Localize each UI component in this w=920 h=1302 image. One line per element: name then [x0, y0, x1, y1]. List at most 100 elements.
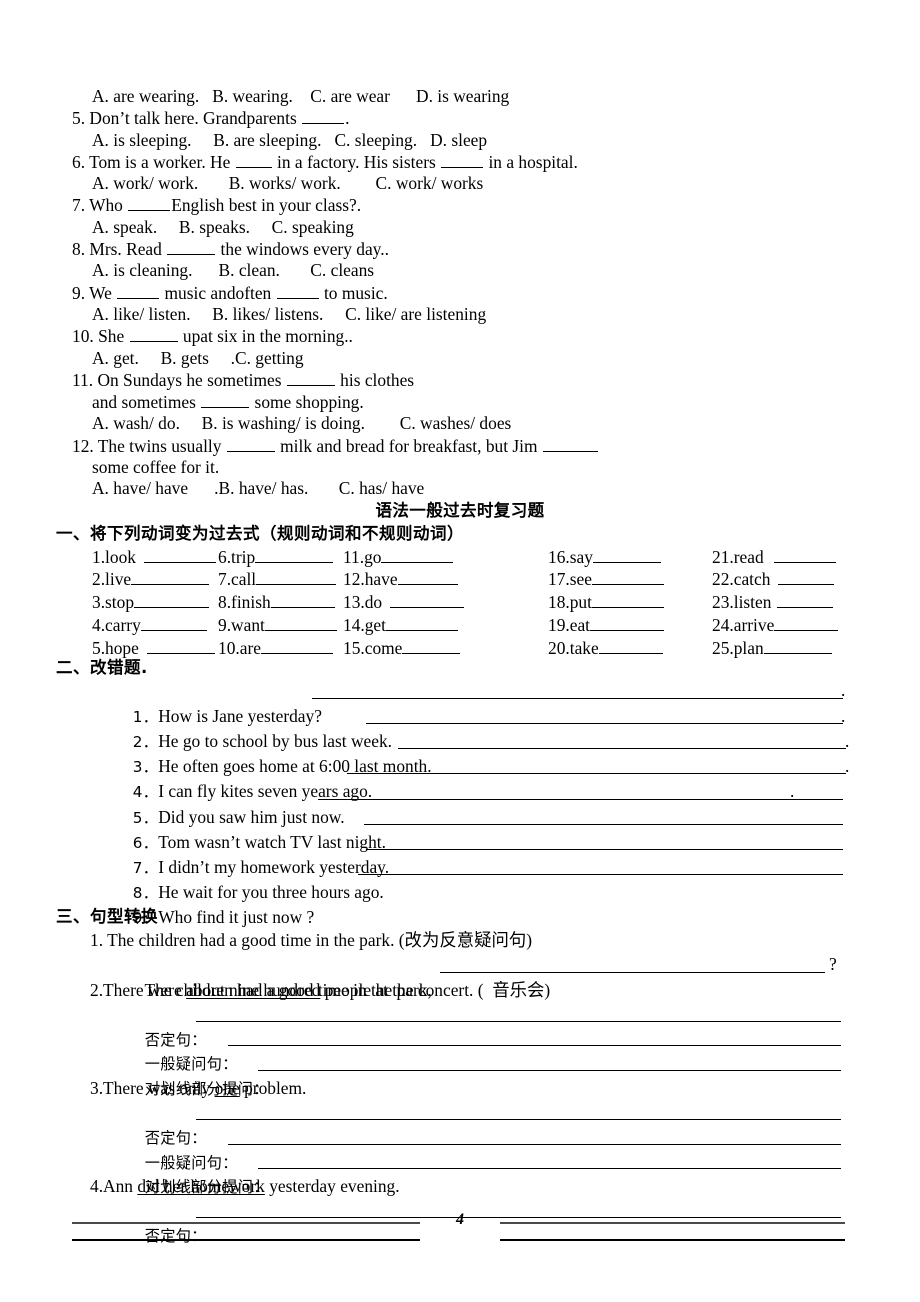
transform-q3-negative: 否定句：	[0, 1100, 920, 1147]
verb-blank[interactable]	[140, 614, 207, 632]
verb-item: 12.have	[343, 568, 464, 591]
mc-q11-stem-text: 11. On Sundays he sometimes	[72, 369, 286, 390]
mc-q7-stem-text: 7. Who	[72, 195, 128, 216]
answer-blank[interactable]	[440, 971, 825, 973]
q4-underlined-part: did her homework	[137, 1176, 265, 1197]
mc-q12-stem-mid: milk and bread for breakfast, but Jim	[275, 435, 542, 456]
answer-blank[interactable]	[196, 1119, 841, 1121]
answer-blank[interactable]	[441, 151, 484, 168]
verb-label: 3.stop	[92, 592, 135, 613]
verb-item: 13.do	[343, 591, 465, 614]
verb-blank[interactable]	[763, 637, 832, 654]
correction-item: 3．He often goes home at 6:00 last month.…	[0, 729, 920, 776]
verb-blank[interactable]	[381, 546, 454, 563]
verb-item: 4.carry	[92, 614, 216, 637]
mc-q6-stem: 6. Tom is a worker. He in a factory. His…	[0, 151, 920, 173]
answer-blank[interactable]	[235, 151, 272, 168]
answer-blank[interactable]	[276, 282, 319, 299]
answer-blank[interactable]	[398, 748, 846, 750]
mc-q9-options-text: A. like/ listen. B. likes/ listens. C. l…	[92, 303, 487, 324]
verb-blank[interactable]	[146, 637, 215, 654]
mc-q11-stem-cont-text: and sometimes	[92, 392, 201, 413]
mc-q5-stem: 5. Don’t talk here. Grandparents .	[0, 107, 920, 129]
verb-label: 11.go	[343, 546, 382, 567]
verb-blank[interactable]	[390, 591, 465, 609]
answer-blank[interactable]	[302, 107, 345, 125]
answer-blank[interactable]	[258, 1069, 841, 1071]
verb-blank[interactable]	[591, 568, 664, 586]
trailing-period: .	[790, 781, 795, 802]
answer-blank[interactable]	[129, 325, 178, 343]
answer-blank[interactable]	[318, 798, 843, 800]
answer-blank[interactable]	[128, 194, 171, 212]
verb-blank[interactable]	[131, 568, 210, 586]
answer-blank[interactable]	[347, 773, 846, 775]
verb-blank[interactable]	[134, 591, 210, 609]
mc-q12-stem: 12. The twins usually milk and bread for…	[0, 435, 920, 457]
answer-blank[interactable]	[228, 1143, 841, 1145]
mc-q6-stem-text: 6. Tom is a worker. He	[72, 151, 235, 172]
answer-blank[interactable]	[366, 723, 843, 725]
mc-q9-stem-text: 9. We	[72, 282, 117, 303]
verb-blank[interactable]	[256, 568, 337, 586]
mc-q5-options: A. is sleeping. B. are sleeping. C. slee…	[0, 130, 920, 151]
answer-blank[interactable]	[366, 848, 843, 850]
answer-blank[interactable]	[226, 435, 275, 452]
mc-q7-options: A. speak. B. speaks. C. speaking	[0, 217, 920, 238]
answer-blank[interactable]	[201, 391, 250, 409]
answer-blank[interactable]	[312, 697, 843, 699]
mc-q10-stem-text: 10. She	[72, 326, 129, 347]
verb-blank[interactable]	[592, 546, 661, 563]
q3-prefix: 3.There was only	[90, 1077, 215, 1098]
correction-list: 1．How is Jane yesterday? . 2．He go to sc…	[0, 679, 920, 928]
verb-blank[interactable]	[773, 546, 836, 563]
answer-blank[interactable]	[358, 874, 843, 876]
verb-blank[interactable]	[777, 591, 834, 609]
verb-item: 5.hope	[92, 637, 216, 660]
answer-blank[interactable]	[228, 1045, 841, 1047]
verb-blank[interactable]	[143, 546, 216, 563]
trailing-period: .	[841, 705, 846, 726]
mc-q11-stem-cont-tail: some shopping.	[250, 392, 364, 413]
verb-blank[interactable]	[402, 637, 461, 654]
verb-blank[interactable]	[255, 546, 334, 563]
section-one-heading: 一、将下列动词变为过去式（规则动词和不规则动词）	[56, 523, 464, 543]
verb-column-4: 16.say 17.see 18.put 19.eat 20.take	[548, 546, 665, 660]
verb-item: 18.put	[548, 591, 664, 614]
verb-table: 1.look 2.live 3.stop 4.carry 5.hope 6.tr…	[0, 546, 920, 658]
verb-blank[interactable]	[264, 614, 337, 632]
answer-blank[interactable]	[196, 1020, 841, 1022]
answer-blank[interactable]	[286, 369, 335, 386]
mc-q5-options-text: A. is sleeping. B. are sleeping. C. slee…	[92, 129, 488, 150]
verb-blank[interactable]	[385, 614, 458, 632]
verb-label: 13.do	[343, 592, 383, 613]
document-body: A. are wearing. B. wearing. C. are wear …	[0, 86, 920, 1245]
mc-q8-stem-text: 8. Mrs. Read	[72, 239, 167, 260]
verb-item: 20.take	[548, 637, 664, 660]
verb-blank[interactable]	[778, 568, 835, 586]
verb-blank[interactable]	[397, 568, 458, 586]
correction-item: 6．Tom wasn’t watch TV last night.	[0, 805, 920, 852]
answer-blank[interactable]	[364, 823, 843, 825]
verb-blank[interactable]	[590, 614, 665, 632]
mc-q5-stem-tail: .	[345, 108, 350, 129]
answer-blank[interactable]	[167, 238, 216, 256]
transform-q3-ask: 对划线部分提问：	[0, 1150, 920, 1196]
verb-blank[interactable]	[260, 637, 333, 654]
verb-blank[interactable]	[270, 591, 335, 609]
transform-q4-stem: 4.Ann did her homework yesterday evening…	[0, 1174, 920, 1199]
answer-blank[interactable]	[258, 1168, 841, 1170]
mc-q8-stem-tail: the windows every day..	[216, 239, 389, 260]
answer-blank[interactable]	[542, 435, 598, 452]
verb-blank[interactable]	[598, 637, 663, 654]
verb-label: 16.say	[548, 546, 593, 567]
answer-blank[interactable]	[117, 282, 160, 299]
verb-blank[interactable]	[591, 591, 664, 609]
verb-label: 5.hope	[92, 637, 139, 658]
mc-q10-stem-tail: upat six in the morning..	[178, 326, 353, 347]
transform-q2-question: 一般疑问句：	[0, 1027, 920, 1073]
verb-label: 14.get	[343, 615, 386, 636]
verb-blank[interactable]	[774, 614, 839, 632]
verb-column-5: 21.read 22.catch 23.listen 24.arrive 25.…	[712, 546, 839, 660]
verb-item: 25.plan	[712, 637, 838, 660]
